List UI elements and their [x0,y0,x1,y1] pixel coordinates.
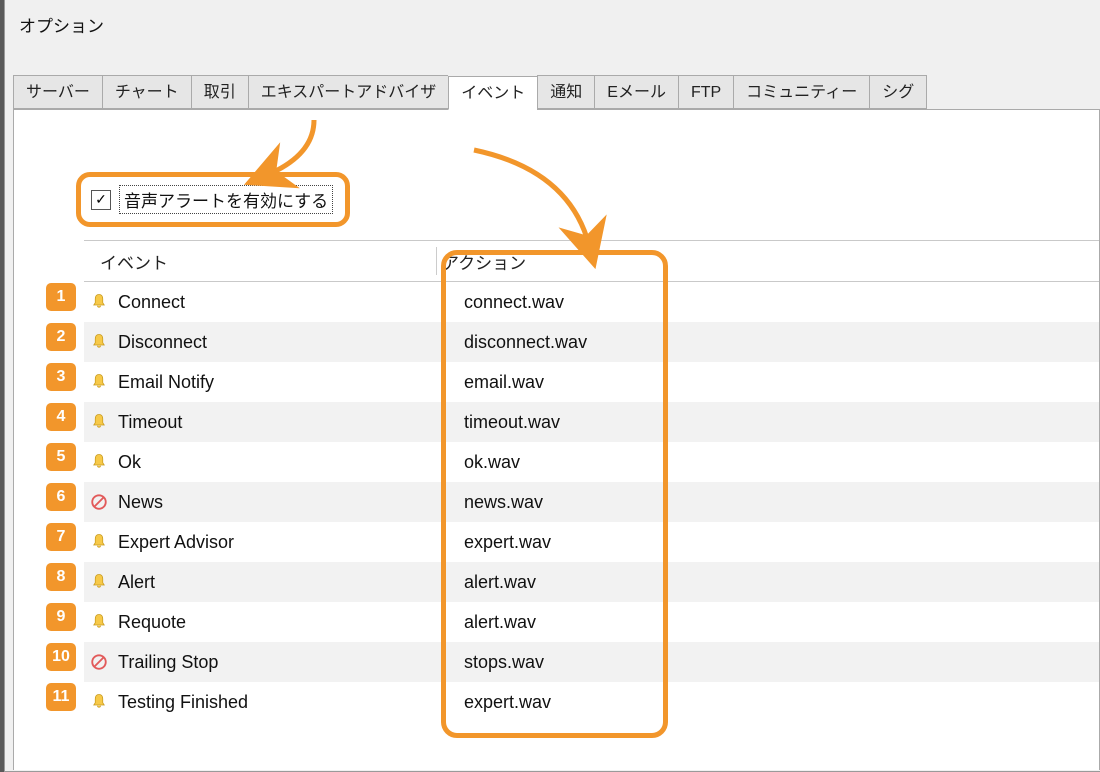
row-event-name: Alert [114,572,436,593]
row-event-name: Ok [114,452,436,473]
tab-1[interactable]: チャート [102,75,191,109]
table-row[interactable]: Disconnectdisconnect.wav [84,322,1099,362]
bell-icon [90,613,108,631]
row-event-name: Disconnect [114,332,436,353]
row-event-name: Expert Advisor [114,532,436,553]
enable-audio-alerts-callout: ✓ 音声アラートを有効にする [76,172,350,227]
bell-icon [90,333,108,351]
annotation-number: 4 [46,403,76,431]
row-event-name: News [114,492,436,513]
enable-audio-alerts-label: 音声アラートを有効にする [119,185,333,214]
table-body: Connectconnect.wavDisconnectdisconnect.w… [84,282,1099,722]
bell-icon [90,533,108,551]
row-action-file[interactable]: timeout.wav [436,412,560,433]
table-row[interactable]: Email Notifyemail.wav [84,362,1099,402]
bell-icon [90,413,108,431]
enable-audio-alerts-checkbox[interactable]: ✓ [91,190,111,210]
annotation-number: 7 [46,523,76,551]
tab-3[interactable]: エキスパートアドバイザ [248,75,449,109]
annotation-number: 2 [46,323,76,351]
table-row[interactable]: Expert Advisorexpert.wav [84,522,1099,562]
annotation-number: 5 [46,443,76,471]
annotation-numbers: 1 2 3 4 5 6 7 8 9 10 11 [46,283,76,723]
row-action-file[interactable]: alert.wav [436,612,536,633]
options-window: オプション サーバーチャート取引エキスパートアドバイザイベント通知EメールFTP… [4,0,1100,772]
row-action-file[interactable]: email.wav [436,372,544,393]
row-icon [84,333,114,351]
row-icon [84,493,114,511]
row-icon [84,653,114,671]
row-event-name: Timeout [114,412,436,433]
tab-strip: サーバーチャート取引エキスパートアドバイザイベント通知EメールFTPコミュニティ… [13,75,1100,110]
bell-icon [90,293,108,311]
tab-0[interactable]: サーバー [13,75,102,109]
annotation-number: 1 [46,283,76,311]
row-action-file[interactable]: expert.wav [436,692,551,713]
events-table: イベント アクション Connectconnect.wavDisconnectd… [84,240,1099,770]
row-icon [84,373,114,391]
tab-6[interactable]: Eメール [594,75,678,109]
table-header: イベント アクション [84,240,1099,282]
tab-7[interactable]: FTP [678,75,733,109]
table-row[interactable]: Requotealert.wav [84,602,1099,642]
bell-icon [90,693,108,711]
table-row[interactable]: Alertalert.wav [84,562,1099,602]
tab-9[interactable]: シグ [869,75,927,109]
annotation-number: 10 [46,643,76,671]
disabled-icon [90,653,108,671]
table-row[interactable]: Newsnews.wav [84,482,1099,522]
annotation-number: 8 [46,563,76,591]
table-row[interactable]: Okok.wav [84,442,1099,482]
tab-8[interactable]: コミュニティー [733,75,869,109]
row-action-file[interactable]: stops.wav [436,652,544,673]
row-icon [84,573,114,591]
bell-icon [90,573,108,591]
row-event-name: Requote [114,612,436,633]
row-icon [84,453,114,471]
tab-4[interactable]: イベント [448,76,537,110]
row-event-name: Testing Finished [114,692,436,713]
row-action-file[interactable]: alert.wav [436,572,536,593]
annotation-number: 11 [46,683,76,711]
tab-events-content: ✓ 音声アラートを有効にする 1234567891011 イベント アクション … [13,110,1100,770]
annotation-number: 9 [46,603,76,631]
row-action-file[interactable]: ok.wav [436,452,520,473]
table-row[interactable]: Trailing Stopstops.wav [84,642,1099,682]
row-event-name: Email Notify [114,372,436,393]
tab-5[interactable]: 通知 [537,75,594,109]
table-row[interactable]: Connectconnect.wav [84,282,1099,322]
row-icon [84,293,114,311]
window-title: オプション [5,0,1100,45]
row-action-file[interactable]: news.wav [436,492,543,513]
row-icon [84,613,114,631]
table-row[interactable]: Timeouttimeout.wav [84,402,1099,442]
tab-2[interactable]: 取引 [191,75,248,109]
row-event-name: Connect [114,292,436,313]
annotation-number: 6 [46,483,76,511]
row-icon [84,693,114,711]
row-event-name: Trailing Stop [114,652,436,673]
header-event[interactable]: イベント [84,249,436,274]
row-icon [84,533,114,551]
header-action[interactable]: アクション [436,249,526,274]
disabled-icon [90,493,108,511]
row-action-file[interactable]: disconnect.wav [436,332,587,353]
bell-icon [90,373,108,391]
row-icon [84,413,114,431]
row-action-file[interactable]: connect.wav [436,292,564,313]
row-action-file[interactable]: expert.wav [436,532,551,553]
table-row[interactable]: Testing Finishedexpert.wav [84,682,1099,722]
bell-icon [90,453,108,471]
annotation-number: 3 [46,363,76,391]
column-separator [436,247,437,275]
